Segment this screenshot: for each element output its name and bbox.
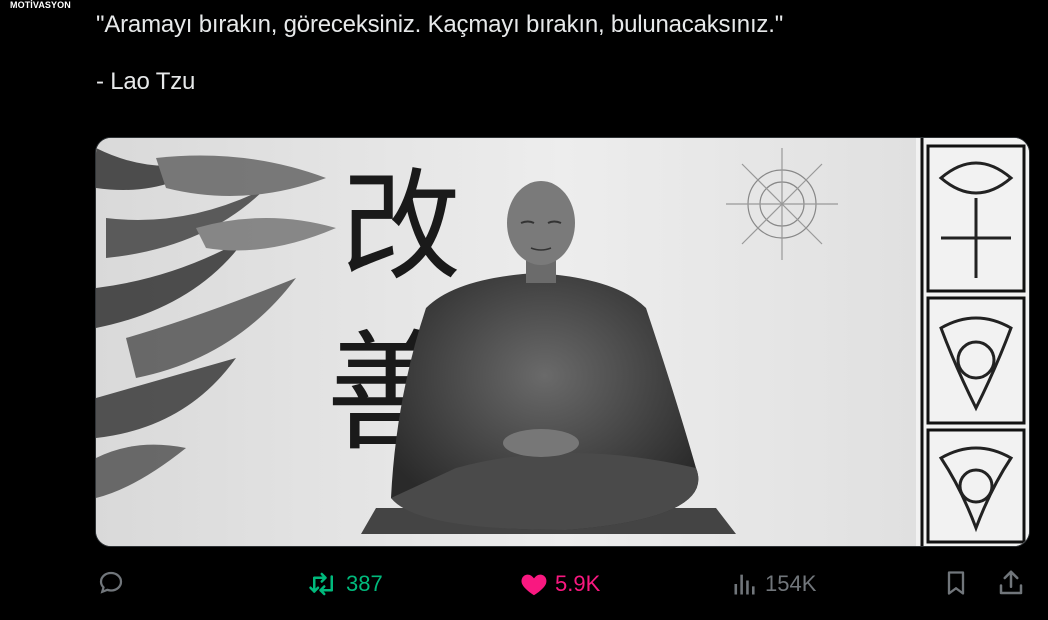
account-avatar[interactable]: MOTİVASYON xyxy=(0,0,80,10)
retweet-icon xyxy=(309,572,333,596)
bookmark-button[interactable] xyxy=(942,568,970,598)
tweet-actions: 387 5.9K 154K xyxy=(0,560,1048,614)
share-icon xyxy=(999,570,1023,595)
reply-button[interactable] xyxy=(96,568,132,598)
like-icon xyxy=(521,574,547,596)
retweet-button[interactable]: 387 xyxy=(306,568,383,600)
tweet-quote: "Aramayı bırakın, göreceksiniz. Kaçmayı … xyxy=(96,11,784,38)
like-count: 5.9K xyxy=(555,571,601,596)
tweet-image[interactable]: 改 善 xyxy=(95,137,1030,547)
account-name: MOTİVASYON xyxy=(10,0,71,10)
ornament-panel xyxy=(916,138,1029,546)
share-button[interactable] xyxy=(996,568,1026,598)
tweet-text: "Aramayı bırakın, göreceksiniz. Kaçmayı … xyxy=(96,10,996,96)
tweet-author: - Lao Tzu xyxy=(96,68,196,95)
views-icon xyxy=(734,574,755,595)
reply-icon xyxy=(99,571,123,594)
bookmark-icon xyxy=(947,571,965,595)
meditating-monk-illustration: 改 善 xyxy=(96,138,1029,546)
sun-drawing xyxy=(726,148,838,260)
calligraphy-top: 改 xyxy=(341,158,461,297)
views-button[interactable]: 154K xyxy=(731,568,816,600)
retweet-count: 387 xyxy=(346,571,383,596)
like-button[interactable]: 5.9K xyxy=(519,568,600,600)
views-count: 154K xyxy=(765,571,817,596)
